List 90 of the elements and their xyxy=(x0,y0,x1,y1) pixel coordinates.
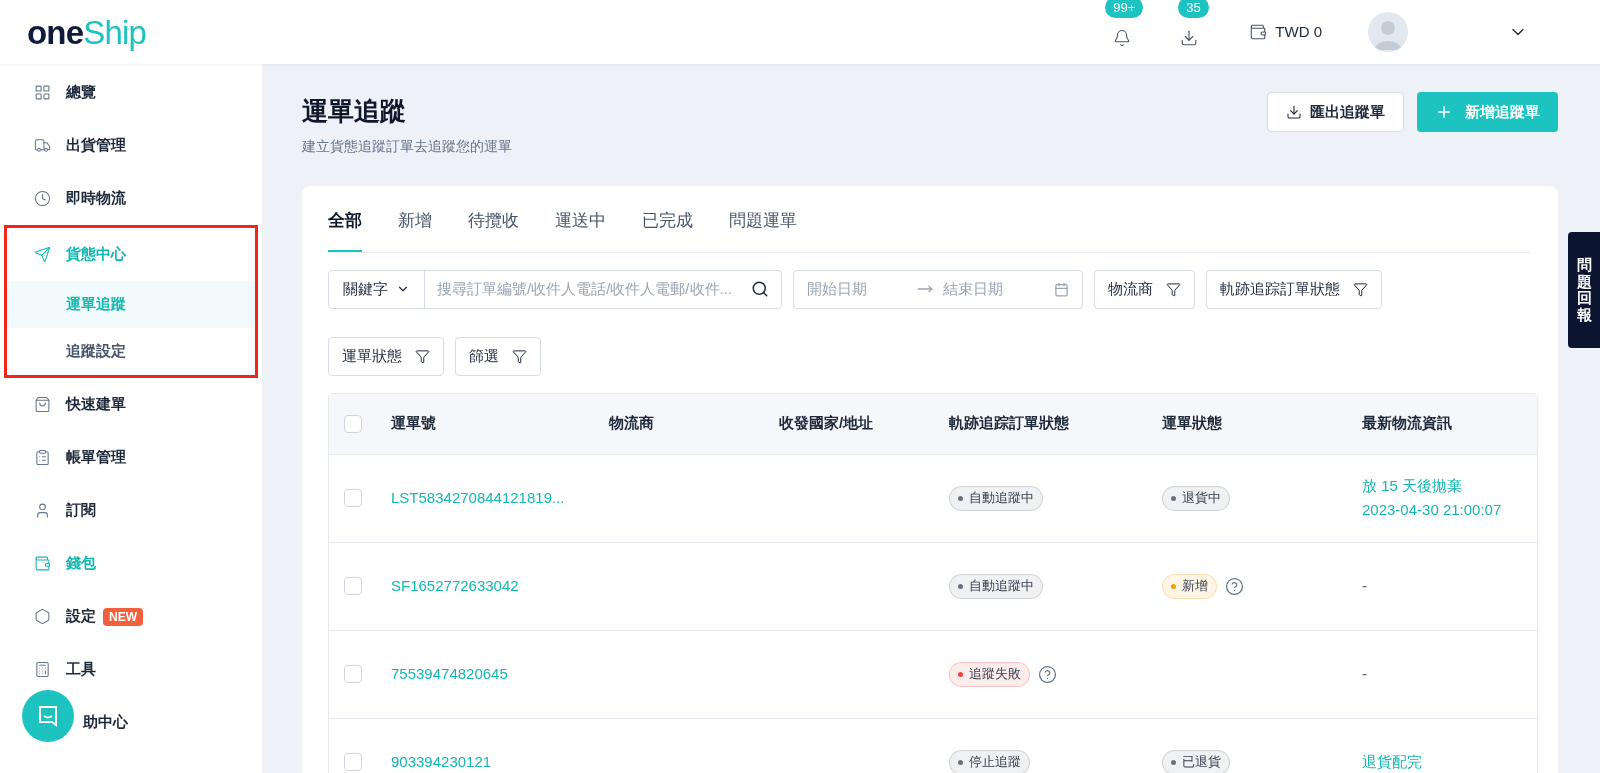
sidebar-item[interactable]: 總覽 xyxy=(0,66,262,119)
filter-button[interactable]: 物流商 xyxy=(1094,269,1195,309)
filter-icon xyxy=(1166,281,1181,297)
logo[interactable]: oneShip xyxy=(27,15,146,49)
wallet-icon xyxy=(1249,23,1268,41)
person-icon xyxy=(34,502,51,519)
column-header: 運單號 xyxy=(391,414,436,432)
tab[interactable]: 待攬收 xyxy=(468,204,519,252)
sidebar-subitem[interactable]: 追蹤設定 xyxy=(7,328,255,375)
sidebar-item[interactable]: 出貨管理 xyxy=(0,119,262,172)
start-date-input[interactable]: 開始日期 xyxy=(807,277,907,301)
sidebar-label: 快速建單 xyxy=(66,394,126,415)
chat-button[interactable] xyxy=(22,690,74,742)
page-subtitle: 建立貨態追蹤訂單去追蹤您的運單 xyxy=(302,137,512,156)
checkbox[interactable] xyxy=(344,665,362,683)
tab[interactable]: 全部 xyxy=(328,204,362,252)
column-header: 最新物流資訊 xyxy=(1362,414,1452,432)
grid-icon xyxy=(34,84,51,101)
sidebar-label: 貨態中心 xyxy=(66,244,126,265)
status-badge: 停止追蹤 xyxy=(949,749,1030,773)
checkbox[interactable] xyxy=(344,577,362,595)
filter-button[interactable]: 軌跡追踪訂單狀態 xyxy=(1206,269,1382,309)
filter-icon xyxy=(512,348,527,364)
sidebar-label: 設定 xyxy=(66,606,96,627)
tab[interactable]: 已完成 xyxy=(642,204,693,252)
tab[interactable]: 新增 xyxy=(398,204,432,252)
search-icon[interactable] xyxy=(751,280,769,298)
calculator-icon xyxy=(34,661,51,678)
download-icon[interactable] xyxy=(1180,29,1199,47)
sidebar-label: 出貨管理 xyxy=(66,135,126,156)
download-count: 35 xyxy=(1178,0,1209,18)
download-icon xyxy=(1286,104,1302,120)
checkbox[interactable] xyxy=(344,489,362,507)
export-button[interactable]: 匯出追蹤單 xyxy=(1267,92,1404,132)
column-header: 軌跡追踪訂單狀態 xyxy=(949,414,1069,432)
status-badge: 退貨中 xyxy=(1162,485,1230,511)
avatar[interactable] xyxy=(1368,12,1408,52)
wallet-icon xyxy=(34,555,51,572)
new-tag: NEW xyxy=(103,607,143,626)
notification-count: 99+ xyxy=(1105,0,1144,18)
help-icon[interactable] xyxy=(1225,576,1244,596)
clipboard-icon xyxy=(34,449,51,466)
sidebar-item[interactable]: 即時物流 xyxy=(0,172,262,225)
calendar-icon xyxy=(1054,281,1069,297)
filter-button[interactable]: 運單狀態 xyxy=(328,336,444,376)
checkbox[interactable] xyxy=(344,753,362,771)
clock-icon xyxy=(34,190,51,207)
page-title: 運單追蹤 xyxy=(302,95,407,128)
sidebar-label: 助中心 xyxy=(83,712,128,733)
wallet-balance[interactable]: TWD 0 xyxy=(1275,20,1322,44)
checkbox[interactable] xyxy=(344,414,362,433)
filter-icon xyxy=(415,348,430,364)
navigation-arrow-icon xyxy=(34,246,51,263)
status-badge: 已退貨 xyxy=(1162,749,1230,773)
tab[interactable]: 運送中 xyxy=(555,204,606,252)
sidebar-label: 訂閱 xyxy=(66,500,96,521)
chat-icon xyxy=(36,704,60,728)
sidebar-item[interactable]: 快速建單 xyxy=(0,378,262,431)
status-badge: 新增 xyxy=(1162,573,1217,599)
filter-button[interactable]: 篩選 xyxy=(455,336,541,376)
status-badge: 自動追蹤中 xyxy=(949,573,1043,599)
column-header: 運單狀態 xyxy=(1162,414,1222,432)
bell-icon[interactable] xyxy=(1113,29,1132,47)
hexagon-icon xyxy=(34,608,51,625)
help-icon[interactable] xyxy=(1038,664,1057,684)
end-date-input[interactable]: 結束日期 xyxy=(943,277,1043,301)
column-header: 物流商 xyxy=(609,414,654,432)
filter-icon xyxy=(1353,281,1368,297)
logistics-info: - xyxy=(1362,664,1368,684)
sidebar-label: 即時物流 xyxy=(66,188,126,209)
sidebar-label: 錢包 xyxy=(66,553,96,574)
search-field[interactable]: 搜尋訂單編號/收件人電話/收件人電郵/收件... xyxy=(425,270,781,308)
keyword-select[interactable]: 關鍵字 xyxy=(329,270,425,308)
tab[interactable]: 問題運單 xyxy=(729,204,797,252)
logistics-info: - xyxy=(1362,576,1368,596)
status-badge: 自動追蹤中 xyxy=(949,485,1043,511)
feedback-tab[interactable]: 問題回報 xyxy=(1568,232,1600,348)
plus-icon xyxy=(1435,103,1453,121)
sidebar-label: 總覽 xyxy=(66,82,96,103)
sidebar-label: 工具 xyxy=(66,659,96,680)
column-header: 收發國家/地址 xyxy=(779,414,874,432)
sidebar-item[interactable]: 助中心 xyxy=(0,696,262,749)
sidebar-label: 帳單管理 xyxy=(66,447,126,468)
sidebar-item[interactable]: 設定 NEW xyxy=(0,590,262,643)
status-badge: 追蹤失敗 xyxy=(949,661,1030,687)
sidebar-item[interactable]: 帳單管理 xyxy=(0,431,262,484)
sidebar-item[interactable]: 工具 xyxy=(0,643,262,696)
date-range-field[interactable]: 開始日期 結束日期 xyxy=(793,269,1083,309)
bag-icon xyxy=(34,396,51,413)
sidebar-item[interactable]: 訂閱 xyxy=(0,484,262,537)
